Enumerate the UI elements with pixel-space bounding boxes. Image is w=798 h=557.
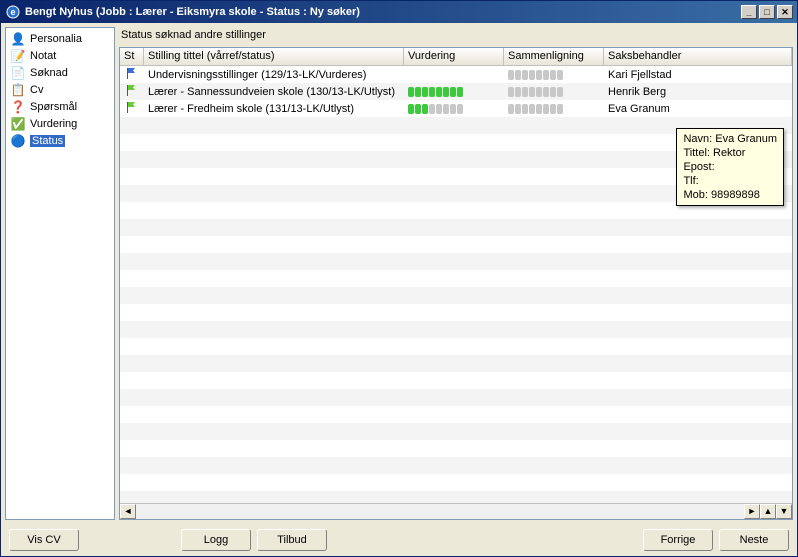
sidebar-item-label: Vurdering bbox=[30, 118, 77, 130]
scroll-right-button[interactable]: ► bbox=[744, 504, 760, 519]
sidebar-icon: ✅ bbox=[10, 116, 26, 132]
sidebar-icon: 📄 bbox=[10, 65, 26, 81]
col-title[interactable]: Stilling tittel (vårref/status) bbox=[144, 48, 404, 65]
scroll-left-button[interactable]: ◄ bbox=[120, 504, 136, 519]
status-table: St Stilling tittel (vårref/status) Vurde… bbox=[119, 47, 793, 520]
cell-sammenligning bbox=[504, 69, 604, 81]
sidebar-icon: 📝 bbox=[10, 48, 26, 64]
tooltip-line: Tittel: Rektor bbox=[683, 146, 777, 160]
cell-saksbehandler: Eva Granum bbox=[604, 102, 792, 116]
sidebar-item-cv[interactable]: 📋 Cv bbox=[6, 81, 114, 98]
app-window: e Bengt Nyhus (Jobb : Lærer - Eiksmyra s… bbox=[0, 0, 798, 557]
minimize-button[interactable]: _ bbox=[741, 5, 757, 19]
cell-vurdering bbox=[404, 74, 504, 76]
sidebar-item-label: Notat bbox=[30, 50, 56, 62]
window-title: Bengt Nyhus (Jobb : Lærer - Eiksmyra sko… bbox=[25, 6, 737, 18]
cell-title: Undervisningsstillinger (129/13-LK/Vurde… bbox=[144, 68, 404, 82]
flag-icon bbox=[120, 99, 144, 118]
cell-sammenligning bbox=[504, 86, 604, 98]
sidebar-icon: ❓ bbox=[10, 99, 26, 115]
sidebar-item-status[interactable]: 🔵 Status bbox=[6, 132, 114, 149]
tooltip-line: Epost: bbox=[683, 160, 777, 174]
cell-title: Lærer - Sannessundveien skole (130/13-LK… bbox=[144, 85, 404, 99]
sidebar-item-label: Spørsmål bbox=[30, 101, 77, 113]
panel-title: Status søknad andre stillinger bbox=[119, 27, 793, 45]
sidebar-item-vurdering[interactable]: ✅ Vurdering bbox=[6, 115, 114, 132]
close-button[interactable]: ✕ bbox=[777, 5, 793, 19]
titlebar: e Bengt Nyhus (Jobb : Lærer - Eiksmyra s… bbox=[1, 1, 797, 23]
sidebar-item-label: Status bbox=[30, 135, 65, 147]
scroll-extra-2[interactable]: ▼ bbox=[776, 504, 792, 519]
scroll-extra-1[interactable]: ▲ bbox=[760, 504, 776, 519]
cell-vurdering bbox=[404, 103, 504, 115]
sidebar-item-spørsmål[interactable]: ❓ Spørsmål bbox=[6, 98, 114, 115]
saksbehandler-tooltip: Navn: Eva GranumTittel: RektorEpost:Tlf:… bbox=[676, 128, 784, 206]
main-panel: Status søknad andre stillinger St Stilli… bbox=[119, 27, 793, 520]
neste-button[interactable]: Neste bbox=[719, 529, 789, 551]
sidebar-item-personalia[interactable]: 👤 Personalia bbox=[6, 30, 114, 47]
cell-sammenligning bbox=[504, 103, 604, 115]
tooltip-line: Tlf: bbox=[683, 174, 777, 188]
sidebar-icon: 🔵 bbox=[10, 133, 26, 149]
cell-title: Lærer - Fredheim skole (131/13-LK/Utlyst… bbox=[144, 102, 404, 116]
table-row[interactable]: Undervisningsstillinger (129/13-LK/Vurde… bbox=[120, 66, 792, 83]
col-saksbehandler[interactable]: Saksbehandler bbox=[604, 48, 792, 65]
scroll-track[interactable] bbox=[136, 504, 744, 519]
sidebar-icon: 📋 bbox=[10, 82, 26, 98]
sidebar-item-label: Søknad bbox=[30, 67, 68, 79]
sidebar: 👤 Personalia 📝 Notat 📄 Søknad 📋 Cv ❓ Spørsmål ✅ Vur… bbox=[5, 27, 115, 520]
sidebar-icon: 👤 bbox=[10, 31, 26, 47]
table-header: St Stilling tittel (vårref/status) Vurde… bbox=[120, 48, 792, 66]
vis-cv-button[interactable]: Vis CV bbox=[9, 529, 79, 551]
sidebar-item-label: Personalia bbox=[30, 33, 82, 45]
tooltip-line: Mob: 98989898 bbox=[683, 188, 777, 202]
col-vurdering[interactable]: Vurdering bbox=[404, 48, 504, 65]
sidebar-item-notat[interactable]: 📝 Notat bbox=[6, 47, 114, 64]
cell-vurdering bbox=[404, 86, 504, 98]
maximize-button[interactable]: □ bbox=[759, 5, 775, 19]
app-icon: e bbox=[5, 4, 21, 20]
col-sammenligning[interactable]: Sammenligning bbox=[504, 48, 604, 65]
footer: Vis CV Logg Tilbud Forrige Neste bbox=[1, 524, 797, 556]
sidebar-item-label: Cv bbox=[30, 84, 43, 96]
sidebar-item-søknad[interactable]: 📄 Søknad bbox=[6, 64, 114, 81]
cell-saksbehandler: Henrik Berg bbox=[604, 85, 792, 99]
forrige-button[interactable]: Forrige bbox=[643, 529, 713, 551]
logg-button[interactable]: Logg bbox=[181, 529, 251, 551]
table-row[interactable]: Lærer - Fredheim skole (131/13-LK/Utlyst… bbox=[120, 100, 792, 117]
tilbud-button[interactable]: Tilbud bbox=[257, 529, 327, 551]
horizontal-scrollbar[interactable]: ◄ ► ▲ ▼ bbox=[120, 503, 792, 519]
tooltip-line: Navn: Eva Granum bbox=[683, 132, 777, 146]
cell-saksbehandler: Kari Fjellstad bbox=[604, 68, 792, 82]
col-st[interactable]: St bbox=[120, 48, 144, 65]
table-row[interactable]: Lærer - Sannessundveien skole (130/13-LK… bbox=[120, 83, 792, 100]
svg-text:e: e bbox=[10, 7, 15, 17]
